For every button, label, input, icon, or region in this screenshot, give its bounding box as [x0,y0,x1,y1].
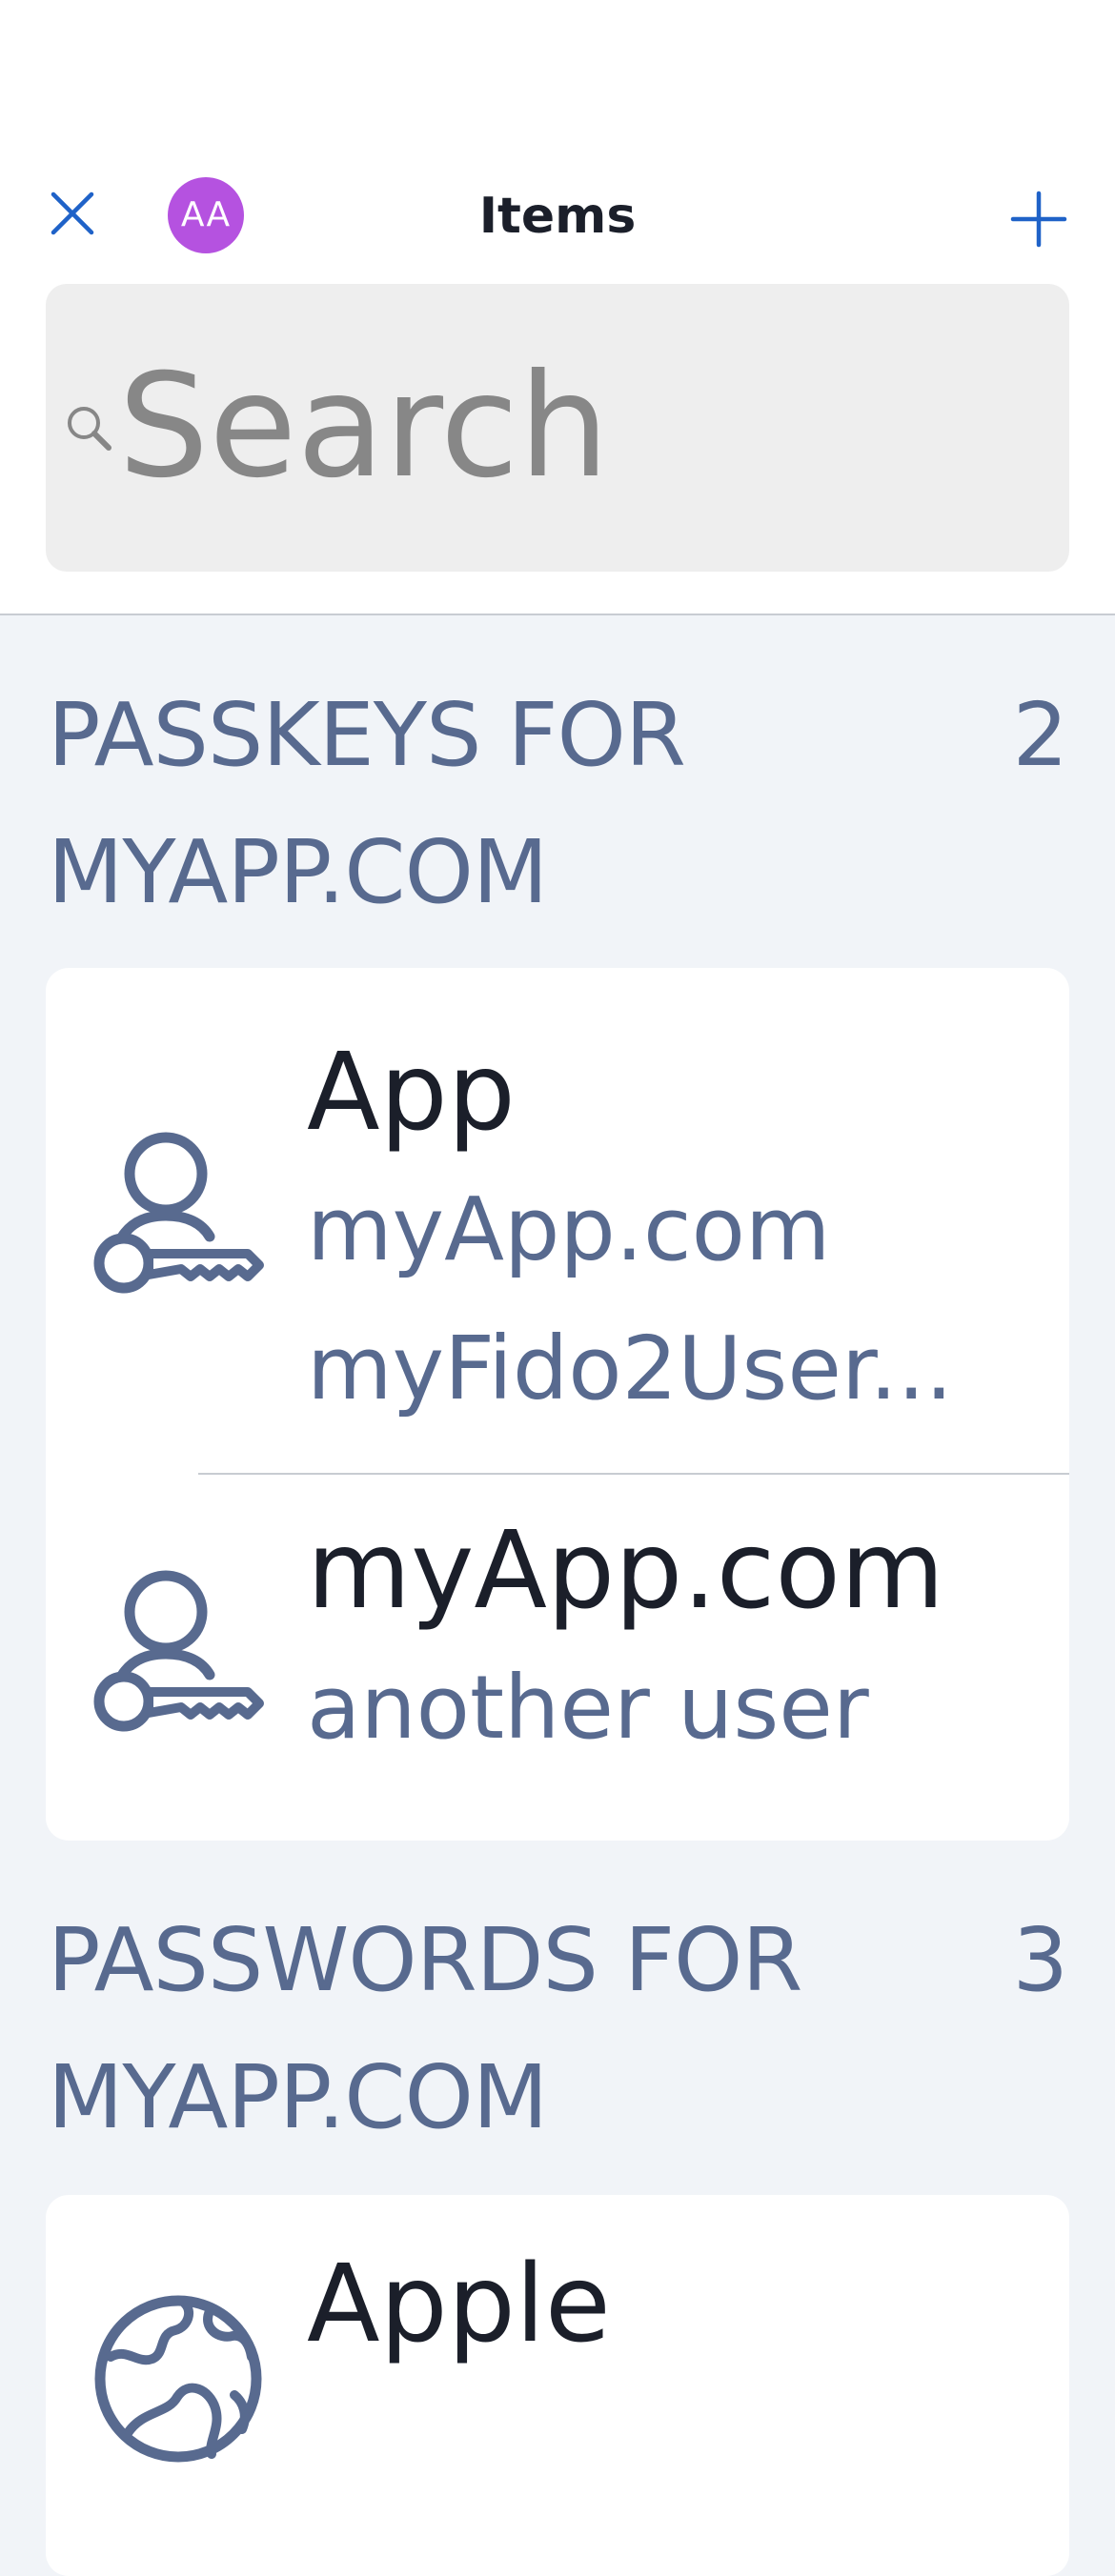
section-title: PASSKEYS FOR MYAPP.COM [48,684,686,923]
section-header-passkeys: PASSKEYS FOR MYAPP.COM 2 [48,667,1068,941]
section-count: 3 [1012,1909,1068,2011]
list-item-texts: App myApp.com myFido2User... [307,1025,1050,1439]
section-count: 2 [1012,684,1068,786]
list-item-texts: myApp.com another user [307,1503,1050,1778]
item-subtitle: myApp.com [307,1178,831,1280]
search-input[interactable] [118,341,1033,513]
section-title: PASSWORDS FOR MYAPP.COM [48,1909,802,2148]
account-avatar[interactable]: AA [168,177,244,253]
section-header-passwords: PASSWORDS FOR MYAPP.COM 3 [48,1892,1068,2166]
item-subtitle: another user [307,1657,869,1759]
item-title: myApp.com [307,1509,944,1633]
list-item[interactable]: App myApp.com myFido2User... [46,968,1069,1473]
plus-icon [1010,191,1067,248]
passkey-icon [93,1132,264,1294]
list-item[interactable]: Apple [46,2195,1069,2576]
passwords-card: Apple [46,2195,1069,2576]
globe-icon [94,2295,262,2463]
list-item[interactable]: myApp.com another user [46,1475,1069,1841]
top-bar: AA Items [0,0,1115,615]
item-subtitle: myFido2User... [307,1318,954,1419]
search-icon [68,407,112,451]
passkey-icon [93,1570,264,1732]
passkeys-card: App myApp.com myFido2User... myApp.com a… [46,968,1069,1841]
add-item-button[interactable] [1010,191,1067,248]
item-title: Apple [307,2243,611,2366]
item-title: App [307,1031,516,1155]
page-title: Items [478,188,637,245]
close-icon [51,191,94,235]
search-bar[interactable] [46,284,1069,572]
close-button[interactable] [46,187,99,240]
list-item-texts: Apple [307,2237,1050,2372]
